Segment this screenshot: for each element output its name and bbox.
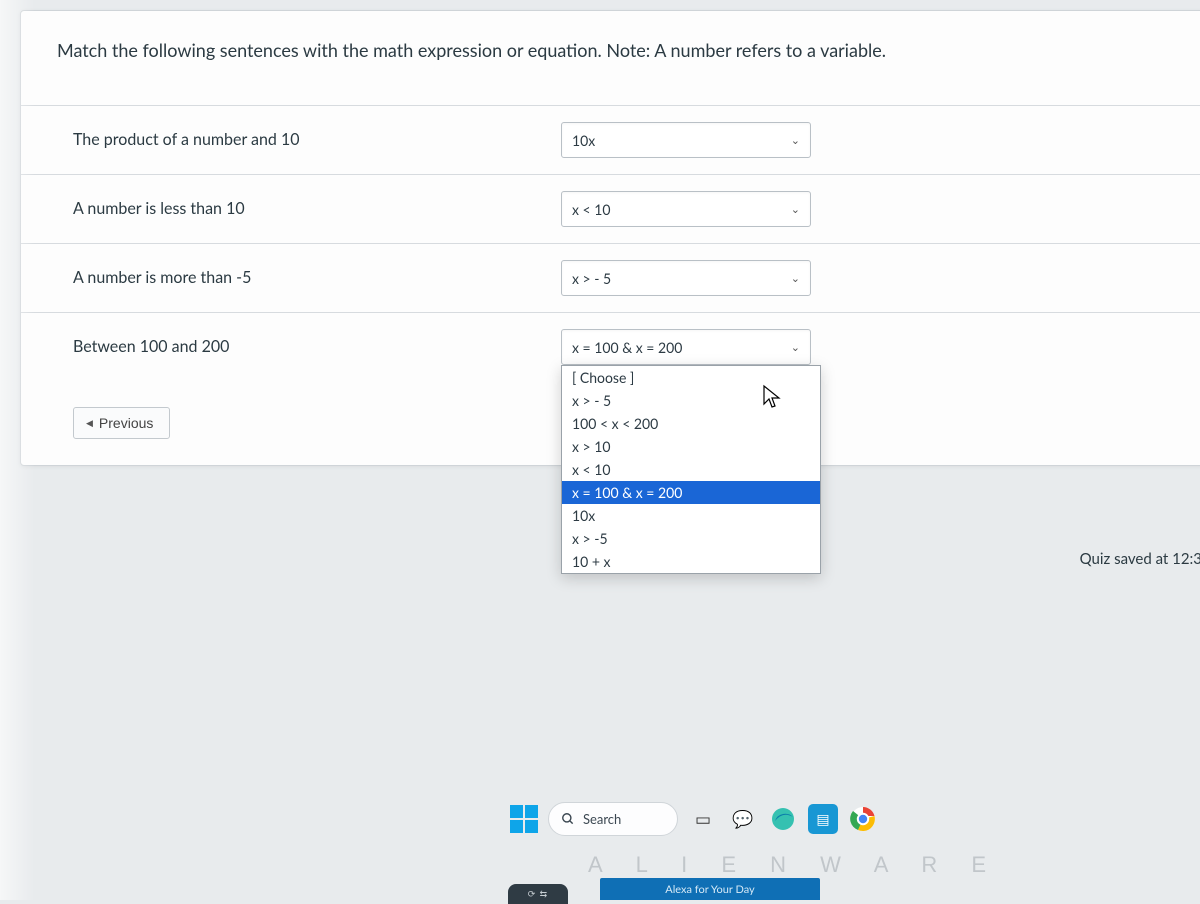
dropdown-option-selected[interactable]: x = 100 & x = 200 <box>562 481 820 504</box>
dropdown-listbox[interactable]: [ Choose ] x > - 5 100 < x < 200 x > 10 … <box>561 365 821 574</box>
taskbar-search[interactable]: Search <box>548 802 678 836</box>
match-select-3[interactable]: x = 100 & x = 200 ⌄ <box>561 329 811 365</box>
chevron-down-icon: ⌄ <box>791 341 800 354</box>
match-label: A number is more than -5 <box>21 244 561 311</box>
task-view-icon[interactable]: ▭ <box>688 804 718 834</box>
previous-button[interactable]: ◀ Previous <box>73 407 170 439</box>
match-label: Between 100 and 200 <box>21 313 561 380</box>
chevron-down-icon: ⌄ <box>791 272 800 285</box>
triangle-left-icon: ◀ <box>86 418 93 429</box>
bottom-widget[interactable]: ⟳ ⇆ <box>508 884 568 904</box>
dropdown-option[interactable]: x < 10 <box>562 458 820 481</box>
select-value: x > - 5 <box>572 270 611 287</box>
chevron-down-icon: ⌄ <box>791 203 800 216</box>
match-select-1[interactable]: x < 10 ⌄ <box>561 191 811 227</box>
windows-taskbar: Search ▭ 💬 ▤ <box>510 802 878 836</box>
alexa-banner[interactable]: Alexa for Your Day <box>600 878 820 900</box>
taskbar-search-placeholder: Search <box>583 811 621 827</box>
chat-icon[interactable]: 💬 <box>728 804 758 834</box>
alienware-brand: A L I E N W A R E <box>588 852 1000 878</box>
question-text: Match the following sentences with the m… <box>21 11 1200 106</box>
dropdown-option[interactable]: 10x <box>562 504 820 527</box>
match-row: The product of a number and 10 10x ⌄ <box>21 106 1200 175</box>
match-label: A number is less than 10 <box>21 175 561 242</box>
select-value: x < 10 <box>572 201 611 218</box>
match-row: A number is less than 10 x < 10 ⌄ <box>21 175 1200 244</box>
edge-icon[interactable] <box>768 804 798 834</box>
chevron-down-icon: ⌄ <box>791 134 800 147</box>
dropdown-option[interactable]: [ Choose ] <box>562 366 820 389</box>
match-row: Between 100 and 200 x = 100 & x = 200 ⌄ … <box>21 313 1200 381</box>
quiz-card: Match the following sentences with the m… <box>20 10 1200 466</box>
dropdown-option[interactable]: 100 < x < 200 <box>562 412 820 435</box>
match-select-2[interactable]: x > - 5 ⌄ <box>561 260 811 296</box>
dropdown-option[interactable]: 10 + x <box>562 550 820 573</box>
store-icon[interactable]: ▤ <box>808 804 838 834</box>
select-value: 10x <box>572 132 595 149</box>
match-label: The product of a number and 10 <box>21 106 561 173</box>
search-icon <box>561 812 575 826</box>
match-select-0[interactable]: 10x ⌄ <box>561 122 811 158</box>
windows-start-icon[interactable] <box>510 805 538 833</box>
match-row: A number is more than -5 x > - 5 ⌄ <box>21 244 1200 313</box>
dropdown-option[interactable]: x > 10 <box>562 435 820 458</box>
dropdown-option[interactable]: x > -5 <box>562 527 820 550</box>
quiz-saved-status: Quiz saved at 12:3 <box>1080 550 1200 568</box>
select-value: x = 100 & x = 200 <box>572 339 682 356</box>
previous-button-label: Previous <box>99 415 153 431</box>
dropdown-option[interactable]: x > - 5 <box>562 389 820 412</box>
chrome-icon[interactable] <box>848 804 878 834</box>
